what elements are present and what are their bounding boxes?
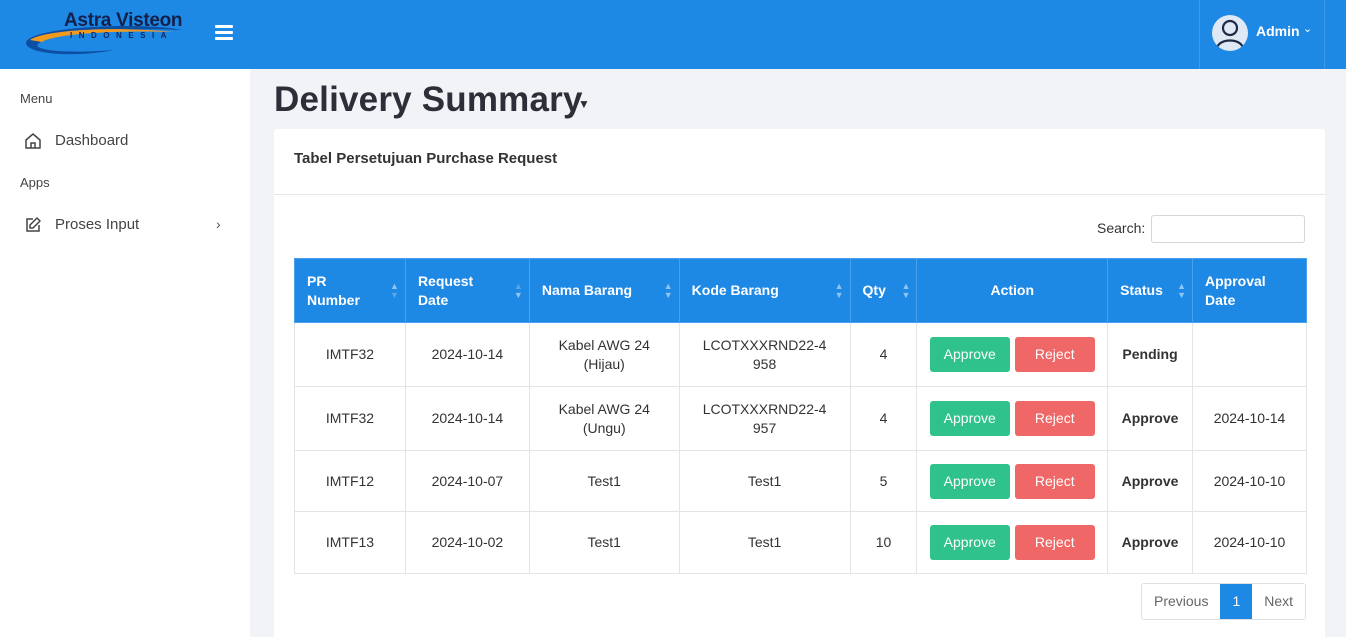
- status-cell: Approve: [1107, 450, 1194, 512]
- status-cell: Approve: [1107, 511, 1194, 574]
- approval-date-cell: 2024-10-10: [1192, 450, 1307, 512]
- approve-button[interactable]: Approve: [929, 401, 1010, 436]
- menu-toggle-icon[interactable]: [215, 25, 233, 41]
- request-date-cell: 2024-10-14: [404, 322, 530, 387]
- approval-card: Tabel Persetujuan Purchase Request Searc…: [274, 129, 1325, 637]
- sort-icon: ▲ ▼: [901, 280, 911, 300]
- reject-button[interactable]: Reject: [1014, 525, 1095, 560]
- nama-barang-cell: Test1: [528, 450, 680, 512]
- pagination: Previous 1 Next: [1141, 583, 1307, 620]
- kode-barang-cell: LCOTXXXRND22-4957: [678, 386, 851, 451]
- pagination-page-1[interactable]: 1: [1220, 584, 1253, 619]
- reject-button[interactable]: Reject: [1014, 463, 1095, 499]
- table-row: IMTF32 2024-10-14 Kabel AWG 24 (Ungu) LC…: [294, 386, 1307, 451]
- request-date-cell: 2024-10-14: [404, 386, 530, 451]
- brand-logo[interactable]: Astra Visteon INDONESIA: [24, 8, 194, 58]
- table-row: IMTF32 2024-10-14 Kabel AWG 24 (Hijau) L…: [294, 322, 1307, 387]
- sort-icon: ▲ ▼: [834, 280, 844, 300]
- user-name: Admin: [1256, 23, 1300, 39]
- sidebar-menu-header: Menu: [20, 91, 53, 106]
- sidebar-apps-header: Apps: [20, 175, 50, 190]
- qty-cell: 4: [849, 322, 918, 387]
- caret-down-icon[interactable]: ▼: [578, 97, 590, 111]
- nama-barang-cell: Kabel AWG 24 (Ungu): [528, 386, 680, 451]
- sidebar: Menu Dashboard Apps Proses Input ›: [0, 69, 250, 637]
- column-header-nama-barang[interactable]: Nama Barang ▲ ▼: [528, 258, 680, 323]
- sidebar-item-dashboard[interactable]: Dashboard: [0, 123, 250, 159]
- chevron-down-icon: ⌄: [1303, 23, 1313, 35]
- sort-icon: ▲ ▼: [1177, 280, 1187, 300]
- sidebar-item-label: Dashboard: [55, 132, 129, 149]
- brand-sub: INDONESIA: [70, 31, 173, 40]
- column-header-approval-date: Approval Date: [1192, 258, 1307, 323]
- approve-button[interactable]: Approve: [929, 337, 1010, 372]
- qty-cell: 10: [849, 511, 918, 574]
- request-date-cell: 2024-10-02: [404, 511, 530, 574]
- sidebar-item-proses-input[interactable]: Proses Input ›: [0, 207, 250, 243]
- chevron-right-icon: ›: [216, 216, 221, 232]
- kode-barang-cell: LCOTXXXRND22-4958: [678, 322, 851, 387]
- card-title: Tabel Persetujuan Purchase Request: [294, 150, 558, 167]
- action-cell: Approve Reject: [916, 450, 1109, 512]
- nama-barang-cell: Test1: [528, 511, 680, 574]
- column-header-request-date[interactable]: Request Date ▲ ▼: [404, 258, 530, 323]
- purchase-request-table: PR Number ▲ ▼ Request Date ▲ ▼ Nama Barang…: [294, 258, 1307, 574]
- search-label: Search:: [1097, 220, 1146, 236]
- pagination-previous[interactable]: Previous: [1142, 584, 1221, 619]
- sidebar-item-label: Proses Input: [55, 216, 140, 233]
- column-header-action: Action: [916, 258, 1109, 323]
- search-input[interactable]: [1151, 215, 1305, 243]
- pr-number-cell: IMTF32: [294, 322, 406, 387]
- action-cell: Approve Reject: [916, 322, 1109, 387]
- pagination-next[interactable]: Next: [1252, 584, 1306, 619]
- pr-number-cell: IMTF32: [294, 386, 406, 451]
- action-cell: Approve Reject: [916, 511, 1109, 574]
- top-navbar: Astra Visteon INDONESIA Admin ⌄: [0, 0, 1346, 69]
- table-row: IMTF12 2024-10-07 Test1 Test1 5 Approve R…: [294, 450, 1307, 512]
- column-header-pr-number[interactable]: PR Number ▲ ▼: [294, 258, 406, 323]
- approve-button[interactable]: Approve: [929, 525, 1010, 560]
- request-date-cell: 2024-10-07: [404, 450, 530, 512]
- user-icon: [1215, 19, 1245, 49]
- action-cell: Approve Reject: [916, 386, 1109, 451]
- user-menu[interactable]: Admin ⌄: [1199, 0, 1325, 69]
- sort-icon: ▲ ▼: [390, 280, 399, 300]
- table-row: IMTF13 2024-10-02 Test1 Test1 10 Approve…: [294, 511, 1307, 574]
- brand-name: Astra Visteon: [64, 10, 183, 31]
- pr-number-cell: IMTF13: [294, 511, 406, 574]
- qty-cell: 4: [849, 386, 918, 451]
- edit-icon: [26, 217, 41, 232]
- column-header-status[interactable]: Status ▲ ▼: [1107, 258, 1194, 323]
- pr-number-cell: IMTF12: [294, 450, 406, 512]
- home-icon: [25, 133, 41, 149]
- kode-barang-cell: Test1: [678, 450, 851, 512]
- status-cell: Approve: [1107, 386, 1194, 451]
- column-header-kode-barang[interactable]: Kode Barang ▲ ▼: [678, 258, 851, 323]
- sort-icon: ▲ ▼: [663, 280, 673, 300]
- kode-barang-cell: Test1: [678, 511, 851, 574]
- approval-date-cell: [1192, 322, 1307, 387]
- approval-date-cell: 2024-10-10: [1192, 511, 1307, 574]
- sort-icon: ▲ ▼: [513, 280, 523, 300]
- table-header-row: PR Number ▲ ▼ Request Date ▲ ▼ Nama Barang…: [294, 258, 1307, 323]
- qty-cell: 5: [849, 450, 918, 512]
- approve-button[interactable]: Approve: [929, 463, 1010, 499]
- card-divider: [274, 194, 1325, 195]
- column-header-qty[interactable]: Qty ▲ ▼: [849, 258, 918, 323]
- avatar: [1212, 15, 1248, 51]
- reject-button[interactable]: Reject: [1014, 337, 1095, 372]
- approval-date-cell: 2024-10-14: [1192, 386, 1307, 451]
- status-cell: Pending: [1107, 322, 1194, 387]
- page-title: Delivery Summary: [274, 80, 583, 119]
- nama-barang-cell: Kabel AWG 24 (Hijau): [528, 322, 680, 387]
- reject-button[interactable]: Reject: [1014, 401, 1095, 436]
